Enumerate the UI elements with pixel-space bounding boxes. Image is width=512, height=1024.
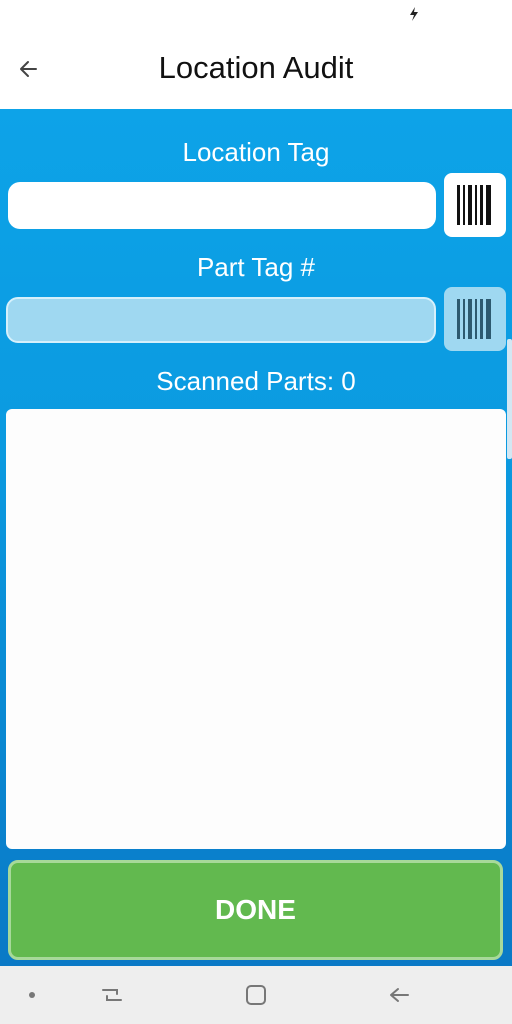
location-tag-input[interactable] [8,182,436,229]
back-icon[interactable] [384,980,414,1010]
barcode-icon [457,185,491,225]
main-content: Location Tag Part Tag # Scanned Parts: 0… [0,109,512,966]
scan-part-button[interactable] [444,287,506,351]
scan-location-button[interactable] [444,173,506,237]
scrollbar[interactable] [507,339,512,459]
home-icon[interactable] [241,980,271,1010]
location-tag-label: Location Tag [182,137,330,167]
part-tag-field[interactable] [6,297,436,343]
status-bar [0,0,512,30]
scanned-parts-list[interactable] [6,409,506,849]
dot-icon[interactable] [17,980,47,1010]
part-tag-input[interactable] [8,299,434,341]
bolt-icon [410,7,418,21]
app-bar: Location Audit [0,30,512,109]
done-button[interactable]: DONE [8,860,503,960]
recent-apps-icon[interactable] [97,980,127,1010]
scanned-parts-count: Scanned Parts: 0 [156,366,356,396]
location-tag-field[interactable] [8,182,436,229]
part-tag-label: Part Tag # [196,252,316,282]
page-title: Location Audit [158,50,354,85]
barcode-icon [457,299,491,339]
system-nav-bar [0,966,512,1024]
